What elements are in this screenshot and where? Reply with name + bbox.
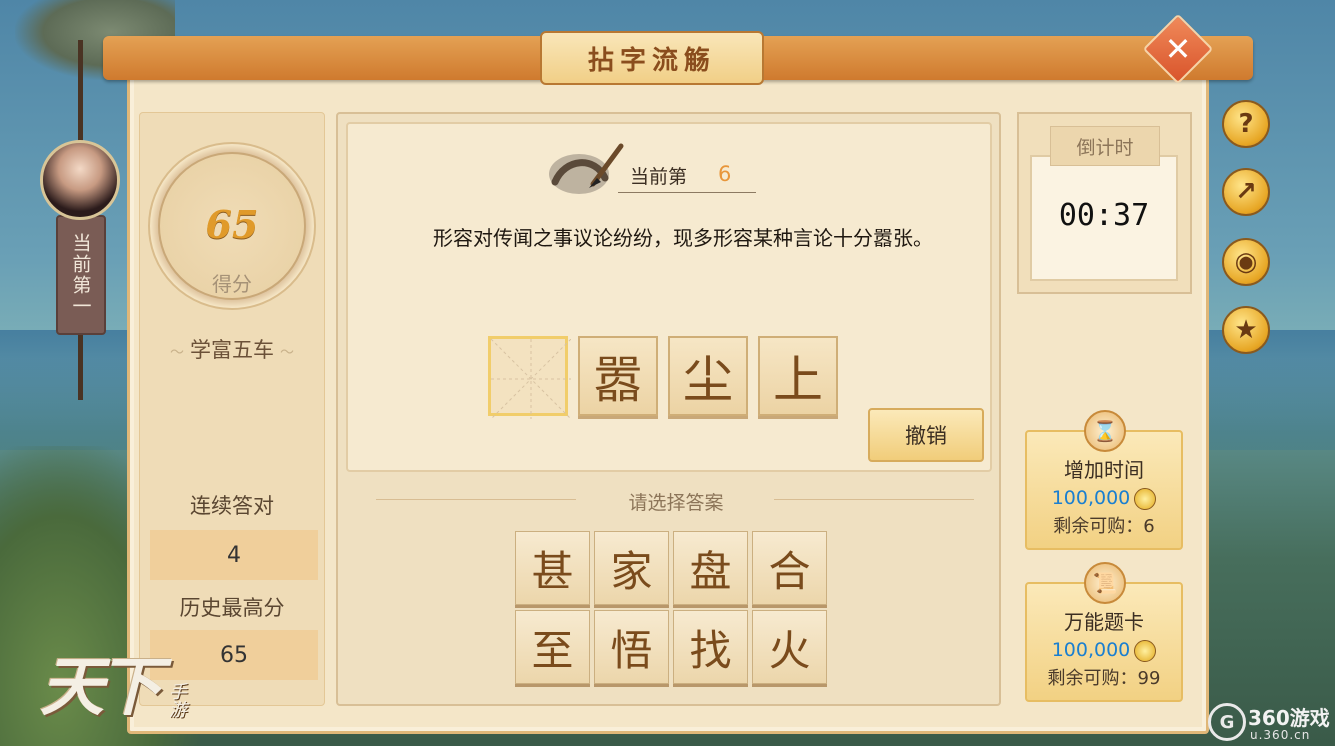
timer-label: 倒计时 bbox=[1050, 126, 1160, 166]
choice-char[interactable]: 火 bbox=[752, 610, 827, 684]
choose-answer-label: 请选择答案 bbox=[628, 492, 724, 514]
rank-text: 当前第一 bbox=[69, 233, 92, 317]
watermark-url: u.360.cn bbox=[1250, 728, 1311, 742]
add-time-remaining: 剩余可购：6 bbox=[1053, 515, 1155, 537]
view-button[interactable]: ◉ bbox=[1222, 238, 1270, 286]
answer-slot-3[interactable]: 尘 bbox=[668, 336, 748, 416]
choice-char[interactable]: 盘 bbox=[673, 531, 748, 605]
watermark-text: 360游戏 bbox=[1248, 706, 1330, 730]
help-icon: ? bbox=[1238, 109, 1254, 139]
game-logo: 天下 bbox=[40, 650, 162, 725]
close-icon: ✕ bbox=[1164, 30, 1192, 68]
share-button[interactable]: ↗ bbox=[1222, 168, 1270, 216]
choice-char[interactable]: 家 bbox=[594, 531, 669, 605]
answer-slot-1[interactable] bbox=[488, 336, 571, 419]
current-question-label: 当前第 bbox=[630, 166, 688, 188]
add-time-name: 增加时间 bbox=[1064, 458, 1144, 482]
choice-char[interactable]: 找 bbox=[673, 610, 748, 684]
grid-icon bbox=[491, 339, 571, 419]
score-value: 65 bbox=[205, 202, 259, 247]
hourglass-icon: ⌛ bbox=[1084, 410, 1126, 452]
share-icon: ↗ bbox=[1235, 177, 1257, 207]
universal-card-name: 万能题卡 bbox=[1064, 610, 1144, 634]
eye-icon: ◉ bbox=[1234, 247, 1258, 277]
answer-slot-2[interactable]: 嚣 bbox=[578, 336, 658, 416]
coin-icon bbox=[1134, 639, 1157, 662]
help-button[interactable]: ? bbox=[1222, 100, 1270, 148]
streak-value: 4 bbox=[150, 530, 318, 580]
ranking-icon: ★ bbox=[1234, 315, 1258, 345]
undo-button[interactable]: 撤销 bbox=[868, 408, 984, 462]
watermark-icon: G bbox=[1208, 703, 1246, 741]
best-score-value: 65 bbox=[150, 630, 318, 680]
streak-label: 连续答对 bbox=[190, 494, 274, 518]
best-score-label: 历史最高分 bbox=[179, 596, 285, 620]
rank-banner: 当前第一 bbox=[56, 215, 106, 335]
current-question-underline bbox=[618, 192, 756, 193]
question-text: 形容对传闻之事议论纷纷，现多形容某种言论十分嚣张。 bbox=[433, 226, 933, 250]
choice-char[interactable]: 至 bbox=[515, 610, 590, 684]
title-plate: 拈字流觞 bbox=[540, 31, 764, 85]
add-time-price: 100,000 bbox=[1027, 487, 1181, 510]
timer-value: 00:37 bbox=[1058, 198, 1150, 233]
brush-icon bbox=[549, 143, 624, 194]
scroll-card-icon: 📜 bbox=[1084, 562, 1126, 604]
player-avatar[interactable] bbox=[40, 140, 120, 220]
choice-char[interactable]: 悟 bbox=[594, 610, 669, 684]
player-title: 学富五车 bbox=[148, 334, 316, 364]
game-logo-sub: 手游 bbox=[166, 682, 187, 718]
score-label: 得分 bbox=[212, 272, 252, 296]
choice-char[interactable]: 合 bbox=[752, 531, 827, 605]
universal-card-remaining: 剩余可购：99 bbox=[1047, 667, 1161, 689]
answer-slot-4[interactable]: 上 bbox=[758, 336, 838, 416]
ranking-button[interactable]: ★ bbox=[1222, 306, 1270, 354]
choice-char[interactable]: 甚 bbox=[515, 531, 590, 605]
game-title: 拈字流觞 bbox=[587, 45, 716, 76]
coin-icon bbox=[1134, 487, 1157, 510]
current-question-number: 6 bbox=[718, 162, 732, 186]
universal-card-price: 100,000 bbox=[1027, 639, 1181, 662]
